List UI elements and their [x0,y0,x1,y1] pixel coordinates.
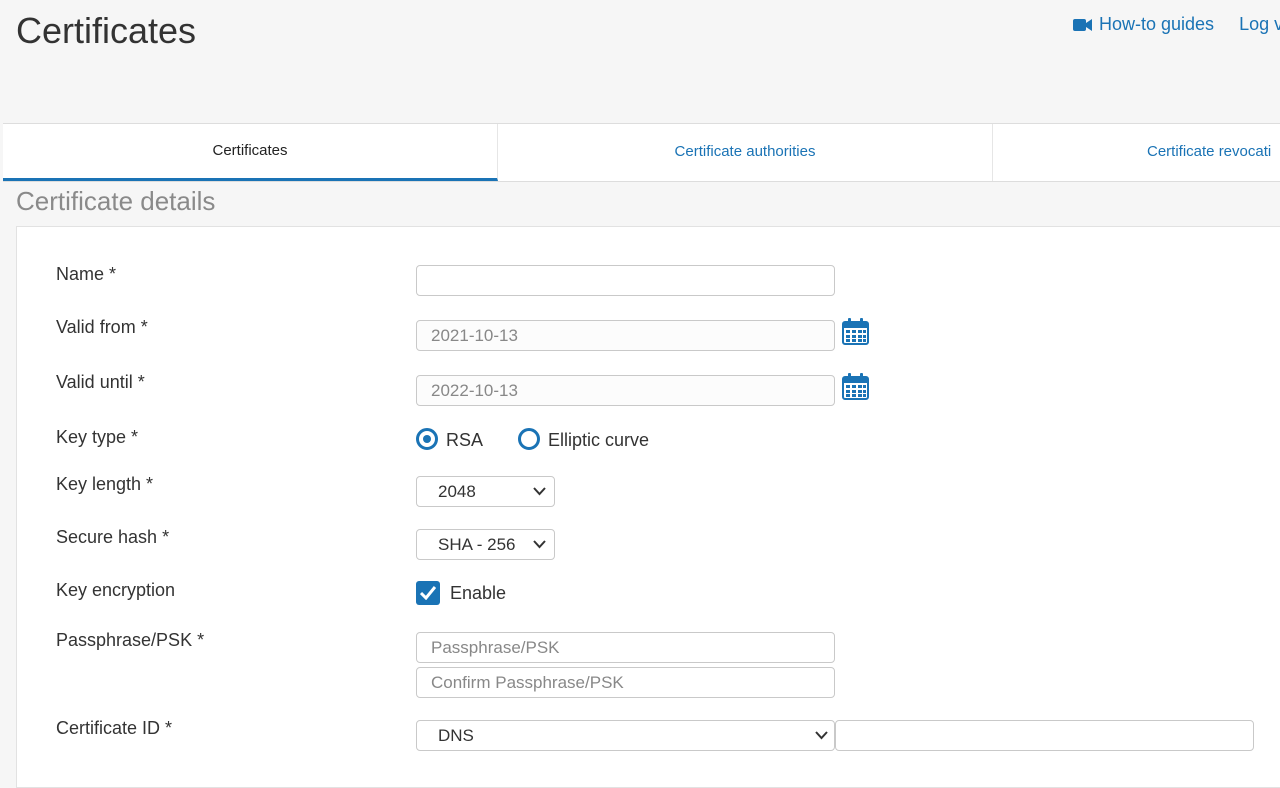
valid-until-input[interactable]: 2022-10-13 [416,375,835,406]
section-title: Certificate details [16,186,216,216]
confirm-passphrase-input[interactable] [416,667,835,698]
chevron-down-icon [815,731,828,740]
tab-certificates[interactable]: Certificates [3,124,498,181]
secure-hash-select[interactable]: SHA - 256 [416,529,555,560]
how-to-guides-label: How-to guides [1099,14,1215,34]
secure-hash-label: Secure hash * [56,527,170,547]
name-input[interactable] [416,265,835,296]
secure-hash-value: SHA - 256 [438,535,516,554]
page-title: Certificates [16,10,197,51]
valid-from-input[interactable]: 2021-10-13 [416,320,835,351]
chevron-down-icon [533,540,546,549]
radio-selected-icon [416,428,438,450]
passphrase-label: Passphrase/PSK * [56,630,205,650]
key-encryption-label: Key encryption [56,580,176,600]
key-length-value: 2048 [438,482,476,501]
video-camera-icon [1073,19,1092,31]
tab-certificate-revocation[interactable]: Certificate revocati [993,124,1280,181]
key-type-radio-group: RSA Elliptic curve [416,428,679,451]
chevron-down-icon [533,487,546,496]
valid-until-label: Valid until * [56,372,145,392]
certificate-details-panel [16,226,1280,788]
elliptic-curve-label: Elliptic curve [548,430,650,450]
certificate-id-type-value: DNS [438,726,474,745]
rsa-label: RSA [446,430,484,450]
passphrase-input[interactable] [416,632,835,663]
enable-label: Enable [450,583,507,603]
calendar-icon[interactable] [842,318,869,345]
certificate-id-label: Certificate ID * [56,718,173,738]
certificate-id-type-select[interactable]: DNS [416,720,835,751]
tab-certificate-authorities[interactable]: Certificate authorities [498,124,993,181]
how-to-guides-link[interactable]: How-to guides [1073,14,1214,35]
checkmark-icon [416,581,440,605]
key-encryption-checkbox[interactable]: Enable [416,581,506,605]
tab-bar: Certificates Certificate authorities Cer… [3,123,1280,182]
key-type-rsa-radio[interactable]: RSA [416,428,483,451]
log-viewer-link[interactable]: Log v [1239,14,1280,35]
radio-unselected-icon [518,428,541,450]
top-links: How-to guides Log v [1073,14,1280,35]
key-length-label: Key length * [56,474,154,494]
name-label: Name * [56,264,117,284]
key-type-elliptic-curve-radio[interactable]: Elliptic curve [518,428,649,451]
valid-from-label: Valid from * [56,317,148,337]
key-length-select[interactable]: 2048 [416,476,555,507]
calendar-icon[interactable] [842,373,869,400]
key-type-label: Key type * [56,427,139,447]
certificate-id-value-input[interactable] [835,720,1254,751]
